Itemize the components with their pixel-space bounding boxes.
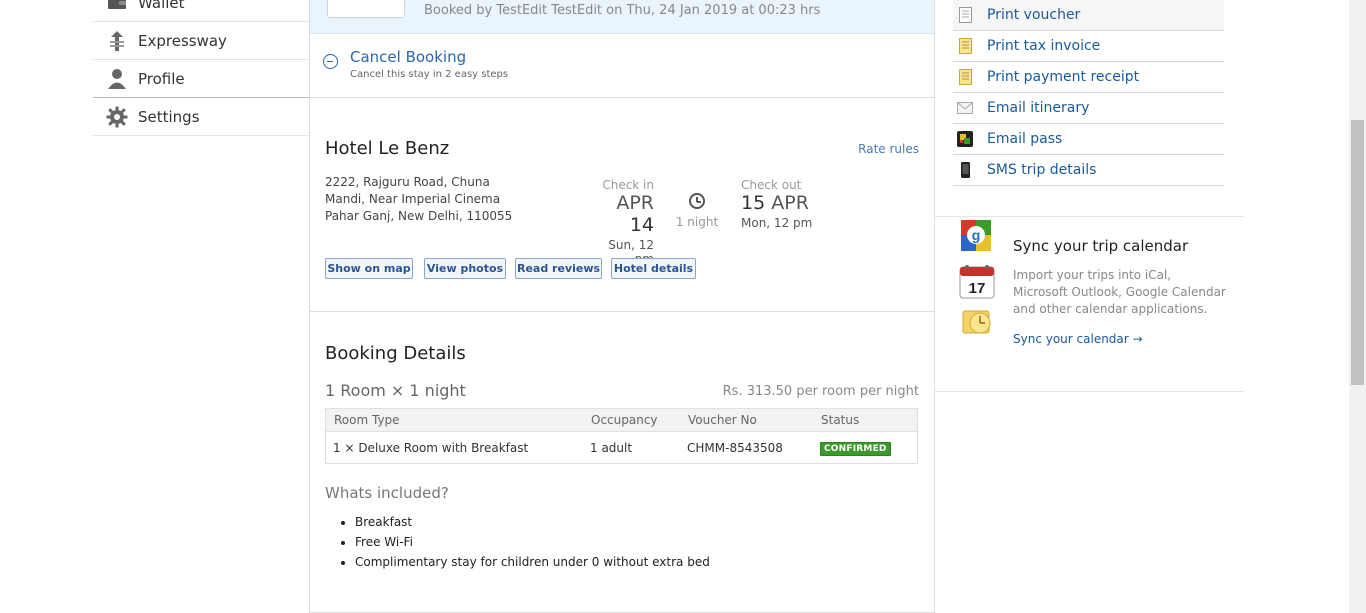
sidebar-item-label: Wallet <box>138 0 185 12</box>
minus-circle-icon <box>323 54 338 69</box>
night-count: 1 night <box>675 215 719 229</box>
sidebar-item-profile[interactable]: Profile <box>93 60 310 98</box>
address-line: Pahar Ganj, New Delhi, 110055 <box>325 209 513 223</box>
column-header: Voucher No <box>688 413 757 427</box>
voucher-icon <box>957 6 973 24</box>
cancel-booking-section: Cancel Booking Cancel this stay in 2 eas… <box>310 34 934 98</box>
check-in-day: 14 <box>629 214 654 236</box>
email-itinerary-link[interactable]: Email itinerary <box>953 93 1224 124</box>
hotel-details-button[interactable]: Hotel details <box>611 258 696 279</box>
sms-trip-details-link[interactable]: SMS trip details <box>953 155 1224 186</box>
rooms-table: Room Type Occupancy Voucher No Status 1 … <box>325 408 918 464</box>
google-calendar-icon: g <box>961 220 991 251</box>
ical-icon: 17 <box>959 265 995 299</box>
cancel-booking-subtitle: Cancel this stay in 2 easy steps <box>350 69 509 80</box>
action-label: Print voucher <box>987 7 1081 23</box>
sidebar-item-label: Settings <box>138 107 200 126</box>
sidebar-item-label: Profile <box>138 69 185 88</box>
check-in-label: Check in <box>602 178 654 192</box>
table-row: 1 × Deluxe Room with Breakfast 1 adult C… <box>326 432 917 463</box>
check-out-day: 15 <box>741 192 766 214</box>
sync-calendar-link[interactable]: Sync your calendar → <box>1013 332 1143 346</box>
wallet-icon <box>105 0 129 15</box>
address-line: Mandi, Near Imperial Cinema <box>325 192 501 206</box>
duration-block: 1 night <box>674 193 720 229</box>
clock-icon <box>689 193 705 209</box>
list-item: Breakfast <box>355 512 710 532</box>
booked-by-text: Booked by TestEdit TestEdit on Thu, 24 J… <box>424 3 821 18</box>
hotel-name: Hotel Le Benz <box>325 138 450 159</box>
account-sidebar: Wallet Expressway Profile Settings <box>93 0 310 136</box>
column-header: Room Type <box>334 413 400 427</box>
sidebar-item-settings[interactable]: Settings <box>93 98 310 136</box>
column-header: Occupancy <box>591 413 658 427</box>
pass-icon <box>957 130 973 148</box>
show-on-map-button[interactable]: Show on map <box>325 258 413 279</box>
check-out-time: Mon, 12 pm <box>741 216 813 230</box>
trip-actions-list: Print voucher Print tax invoice Print pa… <box>953 0 1224 186</box>
list-item: Complimentary stay for children under 0 … <box>355 552 710 572</box>
cancel-booking-link[interactable]: Cancel Booking <box>350 48 466 66</box>
expressway-icon <box>105 29 129 53</box>
occupancy-cell: 1 adult <box>590 441 633 455</box>
hotel-section: Hotel Le Benz Rate rules 2222, Rajguru R… <box>310 98 934 312</box>
check-in-date: APR 14 <box>588 192 654 236</box>
voucher-cell: CHMM-8543508 <box>687 441 783 455</box>
sidebar-item-label: Expressway <box>138 31 227 50</box>
included-list: Breakfast Free Wi-Fi Complimentary stay … <box>326 512 710 572</box>
sync-description: Import your trips into iCal, Microsoft O… <box>1013 268 1226 316</box>
sync-title: Sync your trip calendar <box>1013 237 1189 255</box>
read-reviews-button[interactable]: Read reviews <box>515 258 602 279</box>
invoice-icon <box>957 37 973 55</box>
check-out-month: APR <box>771 192 809 214</box>
print-voucher-link[interactable]: Print voucher <box>953 0 1224 31</box>
check-out-block: Check out 15 APR Mon, 12 pm <box>741 178 812 230</box>
outlook-icon <box>962 310 991 334</box>
action-label: Email pass <box>987 131 1063 147</box>
check-out-label: Check out <box>741 178 802 192</box>
page-scrollbar[interactable] <box>1349 0 1366 613</box>
email-pass-link[interactable]: Email pass <box>953 124 1224 155</box>
svg-text:g: g <box>972 227 981 243</box>
action-label: SMS trip details <box>987 162 1097 178</box>
list-item: Free Wi-Fi <box>355 532 710 552</box>
hotel-thumbnail <box>327 0 405 18</box>
scrollbar-thumb[interactable] <box>1351 120 1364 385</box>
check-in-block: Check in APR 14 Sun, 12 pm <box>588 178 654 266</box>
action-label: Print tax invoice <box>987 38 1101 54</box>
hotel-address: 2222, Rajguru Road, Chuna Mandi, Near Im… <box>325 174 525 225</box>
booking-info-bar: Booked by TestEdit TestEdit on Thu, 24 J… <box>310 0 934 34</box>
print-payment-receipt-link[interactable]: Print payment receipt <box>953 62 1224 93</box>
sidebar-item-wallet[interactable]: Wallet <box>93 0 310 22</box>
room-night-summary: 1 Room × 1 night <box>325 381 466 400</box>
booking-details-heading: Booking Details <box>325 343 466 364</box>
sidebar-item-expressway[interactable]: Expressway <box>93 22 310 60</box>
trip-details-panel: Booked by TestEdit TestEdit on Thu, 24 J… <box>309 0 935 613</box>
profile-icon <box>105 67 129 91</box>
receipt-icon <box>957 68 973 86</box>
view-photos-button[interactable]: View photos <box>424 258 506 279</box>
gear-icon <box>105 105 129 129</box>
check-out-date: 15 APR <box>741 192 812 214</box>
column-header: Status <box>821 413 860 427</box>
phone-icon <box>957 161 973 179</box>
envelope-icon <box>957 99 973 117</box>
room-type-cell: 1 × Deluxe Room with Breakfast <box>333 441 529 455</box>
action-label: Print payment receipt <box>987 69 1140 85</box>
room-rate: Rs. 313.50 per room per night <box>722 384 919 399</box>
check-in-month: APR <box>616 192 654 214</box>
booking-details-section: Booking Details 1 Room × 1 night Rs. 313… <box>310 312 934 613</box>
address-line: 2222, Rajguru Road, Chuna <box>325 175 490 189</box>
rate-rules-link[interactable]: Rate rules <box>858 142 919 156</box>
whats-included-heading: Whats included? <box>325 484 449 502</box>
calendar-sync-section: g 17 Sync your trip calendar Import your… <box>935 216 1244 392</box>
table-header: Room Type Occupancy Voucher No Status <box>326 409 917 432</box>
calendar-day-number: 17 <box>969 280 986 297</box>
status-badge: CONFIRMED <box>820 442 891 456</box>
action-label: Email itinerary <box>987 100 1090 116</box>
print-tax-invoice-link[interactable]: Print tax invoice <box>953 31 1224 62</box>
